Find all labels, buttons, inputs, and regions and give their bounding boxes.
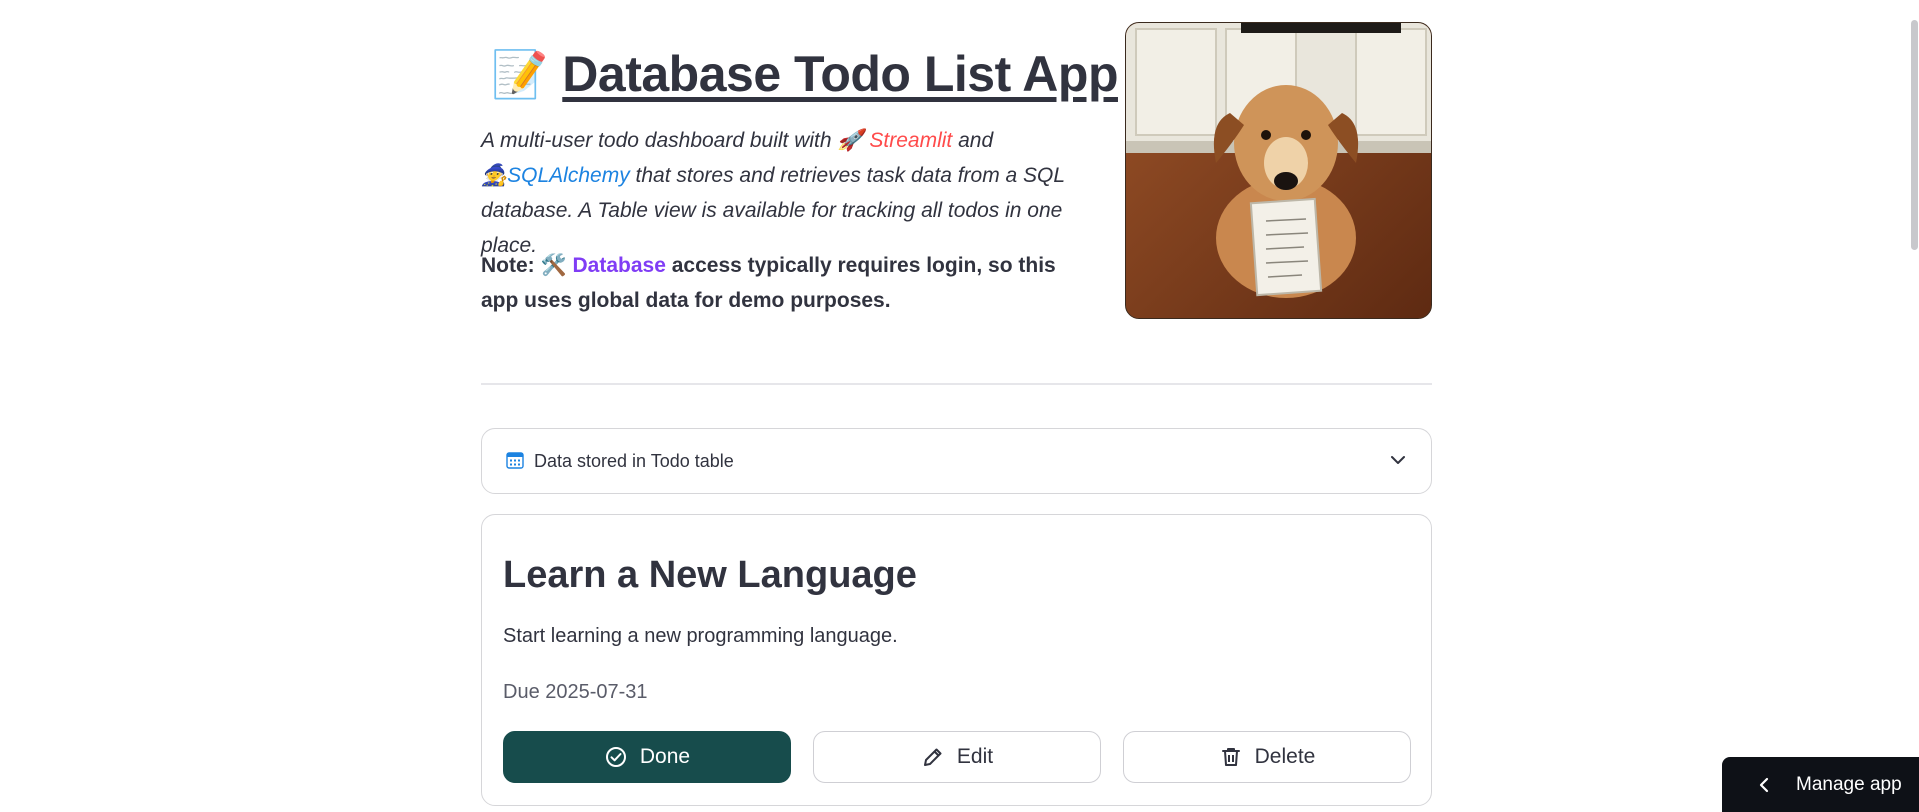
page-title[interactable]: Database Todo List App xyxy=(562,44,1118,104)
trash-icon xyxy=(1221,748,1240,766)
chevron-left-icon xyxy=(1759,777,1769,792)
pencil-icon xyxy=(923,748,942,766)
todo-due-date: Due 2025-07-31 xyxy=(503,681,648,703)
calendar-icon xyxy=(506,452,524,469)
sqlalchemy-link[interactable]: SQLAlchemy xyxy=(507,164,630,187)
todo-title: Learn a New Language xyxy=(503,554,917,596)
todo-card: Learn a New Language Start learning a ne… xyxy=(481,514,1432,806)
description-text-1: A multi-user todo dashboard built with xyxy=(481,129,838,152)
edit-button[interactable]: Edit xyxy=(813,731,1101,783)
memo-icon: 📝 xyxy=(491,48,549,100)
manage-app-button[interactable]: Manage app xyxy=(1722,757,1919,812)
wizard-icon: 🧙 xyxy=(481,164,508,187)
delete-button[interactable]: Delete xyxy=(1123,731,1411,783)
description-text-2: and xyxy=(952,129,994,152)
todo-table-expander[interactable]: Data stored in Todo table xyxy=(481,428,1432,494)
database-link[interactable]: Database xyxy=(573,254,666,277)
dog-gif-image xyxy=(1125,22,1432,319)
expander-label: Data stored in Todo table xyxy=(534,451,734,471)
check-circle-icon xyxy=(605,747,626,767)
done-label: Done xyxy=(639,745,691,768)
streamlit-link[interactable]: Streamlit xyxy=(869,129,952,152)
delete-label: Delete xyxy=(1254,745,1316,768)
divider xyxy=(481,383,1432,385)
edit-label: Edit xyxy=(956,745,994,768)
page-scrollbar[interactable] xyxy=(1911,20,1918,250)
dog-illustration xyxy=(1126,23,1431,318)
rocket-icon: 🚀 xyxy=(837,129,864,152)
done-button[interactable]: Done xyxy=(503,731,791,783)
header-section: 📝 Database Todo List App A multi-user to… xyxy=(481,0,1432,330)
chevron-down-icon xyxy=(1391,456,1405,464)
todo-description: Start learning a new programming languag… xyxy=(503,625,898,647)
page-title-row: 📝 Database Todo List App xyxy=(491,44,1118,104)
note-prefix: Note: xyxy=(481,254,541,277)
tools-icon: 🛠️ xyxy=(540,254,567,277)
app-description: A multi-user todo dashboard built with 🚀… xyxy=(481,123,1096,263)
manage-app-label: Manage app xyxy=(1796,773,1902,795)
note-text: Note: 🛠️ Database access typically requi… xyxy=(481,248,1096,318)
note-suffix: access typically requires login, so this… xyxy=(481,254,1056,312)
